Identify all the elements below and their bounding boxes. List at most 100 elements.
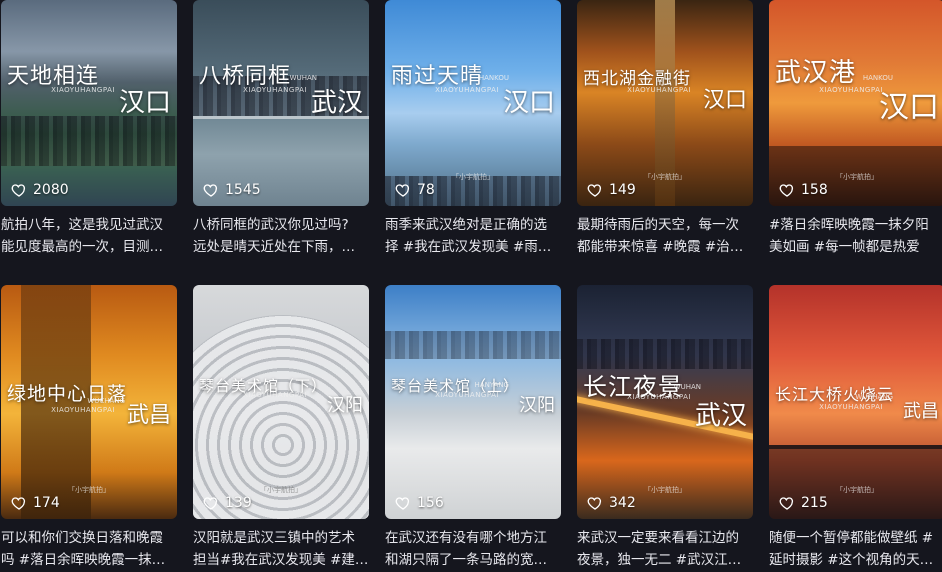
caption-line: #落日余晖映晚霞一抹夕阳 bbox=[769, 217, 929, 233]
thumbnail-city: 武汉 bbox=[310, 88, 363, 118]
caption-line: 来武汉一定要来看看江边的 bbox=[577, 530, 739, 546]
like-count-value: 139 bbox=[225, 495, 252, 511]
thumbnail-city: 汉口 bbox=[702, 88, 747, 113]
video-caption[interactable]: 可以和你们交换日落和晚霞 吗 #落日余晖映晚霞一抹… bbox=[1, 527, 177, 571]
video-thumbnail[interactable]: 琴台美术馆（下） XIAOYUHANGPAI 汉阳 「小宇航拍」 139 bbox=[193, 285, 369, 519]
like-count-value: 342 bbox=[609, 495, 636, 511]
caption-line: 雨季来武汉绝对是正确的选 bbox=[385, 217, 547, 233]
thumbnail-city: 武汉 bbox=[694, 401, 747, 431]
like-count: 158 bbox=[779, 182, 828, 198]
like-count-value: 1545 bbox=[225, 182, 261, 198]
video-thumbnail[interactable]: 武汉港 HANKOU XIAOYUHANGPAI 汉口 「小宇航拍」 158 bbox=[769, 0, 942, 206]
thumbnail-location-pin: HANKOU bbox=[478, 74, 509, 82]
caption-line: 随便一个暂停都能做壁纸 # bbox=[769, 530, 934, 546]
video-thumbnail[interactable]: 八桥同框 WUHAN XIAOYUHANGPAI 武汉 1545 bbox=[193, 0, 369, 206]
video-card[interactable]: 长江夜景 WUHAN XIAOYUHANGPAI 武汉 「小宇航拍」 342 来… bbox=[577, 285, 753, 571]
like-count: 342 bbox=[587, 495, 636, 511]
watermark: 「小宇航拍」 bbox=[68, 486, 110, 494]
watermark: 「小宇航拍」 bbox=[644, 486, 686, 494]
video-card[interactable]: 西北湖金融街 XIAOYUHANGPAI 汉口 「小宇航拍」 149 最期待雨后… bbox=[577, 0, 753, 258]
heart-icon bbox=[11, 184, 26, 197]
thumbnail-subtitle: XIAOYUHANGPAI bbox=[435, 391, 499, 399]
caption-line: 汉阳就是武汉三镇中的艺术 bbox=[193, 530, 355, 546]
thumbnail-subtitle: XIAOYUHANGPAI bbox=[819, 86, 883, 94]
video-thumbnail[interactable]: 长江夜景 WUHAN XIAOYUHANGPAI 武汉 「小宇航拍」 342 bbox=[577, 285, 753, 519]
caption-line: 吗 #落日余晖映晚霞一抹… bbox=[1, 552, 166, 568]
like-count: 139 bbox=[203, 495, 252, 511]
like-count: 215 bbox=[779, 495, 828, 511]
like-count-value: 158 bbox=[801, 182, 828, 198]
video-caption[interactable]: 最期待雨后的天空，每一次 都能带来惊喜 #晚霞 #治… bbox=[577, 214, 753, 258]
thumbnail-subtitle: XIAOYUHANGPAI bbox=[819, 403, 883, 411]
caption-line: 能见度最高的一次，目测… bbox=[1, 239, 163, 255]
video-card[interactable]: 天地相连 XIAOYUHANGPAI 汉口 2080 航拍八年，这是我见过武汉 … bbox=[1, 0, 177, 258]
video-card[interactable]: 长江大桥火烧云 WUCHANG XIAOYUHANGPAI 武昌 「小宇航拍」 … bbox=[769, 285, 942, 571]
video-thumbnail[interactable]: 绿地中心日落 WUCHANG XIAOYUHANGPAI 武昌 「小宇航拍」 1… bbox=[1, 285, 177, 519]
thumbnail-title: 武汉港 bbox=[775, 58, 857, 88]
like-count: 174 bbox=[11, 495, 60, 511]
thumbnail-location-pin: WUHAN bbox=[289, 74, 317, 82]
video-caption[interactable]: 八桥同框的武汉你见过吗? 远处是晴天近处在下雨，… bbox=[193, 214, 369, 258]
heart-icon bbox=[587, 184, 602, 197]
caption-line: 延时摄影 #这个视角的天… bbox=[769, 552, 934, 568]
cityscape-decoration bbox=[577, 339, 753, 369]
thumbnail-subtitle: XIAOYUHANGPAI bbox=[627, 393, 691, 401]
video-caption[interactable]: 航拍八年，这是我见过武汉 能见度最高的一次，目测… bbox=[1, 214, 177, 258]
thumbnail-city: 汉阳 bbox=[327, 395, 363, 416]
video-thumbnail[interactable]: 长江大桥火烧云 WUCHANG XIAOYUHANGPAI 武昌 「小宇航拍」 … bbox=[769, 285, 942, 519]
heart-icon bbox=[203, 497, 218, 510]
watermark: 「小宇航拍」 bbox=[836, 173, 878, 181]
caption-line: 担当#我在武汉发现美 #建… bbox=[193, 552, 369, 568]
like-count: 149 bbox=[587, 182, 636, 198]
video-card[interactable]: 武汉港 HANKOU XIAOYUHANGPAI 汉口 「小宇航拍」 158 #… bbox=[769, 0, 942, 258]
video-caption[interactable]: 汉阳就是武汉三镇中的艺术 担当#我在武汉发现美 #建… bbox=[193, 527, 369, 571]
caption-line: 在武汉还有没有哪个地方江 bbox=[385, 530, 547, 546]
video-caption[interactable]: 雨季来武汉绝对是正确的选 择 #我在武汉发现美 #雨… bbox=[385, 214, 561, 258]
caption-line: 夜景，独一无二 #武汉江… bbox=[577, 552, 742, 568]
thumbnail-city: 汉口 bbox=[118, 88, 171, 118]
heart-icon bbox=[587, 497, 602, 510]
video-card[interactable]: 琴台美术馆（下） XIAOYUHANGPAI 汉阳 「小宇航拍」 139 汉阳就… bbox=[193, 285, 369, 571]
like-count: 1545 bbox=[203, 182, 261, 198]
video-grid: 天地相连 XIAOYUHANGPAI 汉口 2080 航拍八年，这是我见过武汉 … bbox=[0, 0, 942, 572]
video-card[interactable]: 绿地中心日落 WUCHANG XIAOYUHANGPAI 武昌 「小宇航拍」 1… bbox=[1, 285, 177, 571]
caption-line: 远处是晴天近处在下雨，… bbox=[193, 239, 355, 255]
heart-icon bbox=[779, 497, 794, 510]
heart-icon bbox=[11, 497, 26, 510]
watermark: 「小宇航拍」 bbox=[644, 173, 686, 181]
video-thumbnail[interactable]: 琴台美术馆（上） HANYANG XIAOYUHANGPAI 汉阳 156 bbox=[385, 285, 561, 519]
thumbnail-location-pin: HANKOU bbox=[862, 74, 893, 82]
caption-line: 最期待雨后的天空，每一次 bbox=[577, 217, 739, 233]
video-card[interactable]: 琴台美术馆（上） HANYANG XIAOYUHANGPAI 汉阳 156 在武… bbox=[385, 285, 561, 571]
thumbnail-subtitle: XIAOYUHANGPAI bbox=[243, 86, 307, 94]
heart-icon bbox=[203, 184, 218, 197]
heart-icon bbox=[395, 184, 410, 197]
like-count-value: 149 bbox=[609, 182, 636, 198]
thumbnail-location-pin: WUCHANG bbox=[855, 393, 893, 401]
video-card[interactable]: 八桥同框 WUHAN XIAOYUHANGPAI 武汉 1545 八桥同框的武汉… bbox=[193, 0, 369, 258]
like-count-value: 174 bbox=[33, 495, 60, 511]
video-thumbnail[interactable]: 西北湖金融街 XIAOYUHANGPAI 汉口 「小宇航拍」 149 bbox=[577, 0, 753, 206]
watermark: 「小宇航拍」 bbox=[260, 486, 302, 494]
watermark: 「小宇航拍」 bbox=[836, 486, 878, 494]
like-count: 156 bbox=[395, 495, 444, 511]
thumbnail-city: 武昌 bbox=[126, 403, 171, 428]
thumbnail-location-pin: HANYANG bbox=[474, 381, 509, 389]
cityscape-decoration bbox=[385, 331, 561, 359]
video-thumbnail[interactable]: 雨过天晴 HANKOU XIAOYUHANGPAI 汉口 「小宇航拍」 78 bbox=[385, 0, 561, 206]
video-caption[interactable]: 在武汉还有没有哪个地方江 和湖只隔了一条马路的宽… bbox=[385, 527, 561, 571]
caption-line: 可以和你们交换日落和晚霞 bbox=[1, 530, 163, 546]
caption-line: 和湖只隔了一条马路的宽… bbox=[385, 552, 547, 568]
thumbnail-city: 汉口 bbox=[502, 88, 555, 118]
caption-line: 择 #我在武汉发现美 #雨… bbox=[385, 239, 552, 255]
video-caption[interactable]: 随便一个暂停都能做壁纸 # 延时摄影 #这个视角的天… bbox=[769, 527, 942, 571]
video-thumbnail[interactable]: 天地相连 XIAOYUHANGPAI 汉口 2080 bbox=[1, 0, 177, 206]
thumbnail-city: 汉口 bbox=[879, 90, 939, 125]
thumbnail-subtitle: XIAOYUHANGPAI bbox=[51, 406, 115, 414]
video-caption[interactable]: #落日余晖映晚霞一抹夕阳 美如画 #每一帧都是热爱 bbox=[769, 214, 942, 258]
watermark: 「小宇航拍」 bbox=[452, 173, 494, 181]
thumbnail-subtitle: XIAOYUHANGPAI bbox=[435, 86, 499, 94]
video-caption[interactable]: 来武汉一定要来看看江边的 夜景，独一无二 #武汉江… bbox=[577, 527, 753, 571]
thumbnail-subtitle: XIAOYUHANGPAI bbox=[51, 86, 115, 94]
video-card[interactable]: 雨过天晴 HANKOU XIAOYUHANGPAI 汉口 「小宇航拍」 78 雨… bbox=[385, 0, 561, 258]
